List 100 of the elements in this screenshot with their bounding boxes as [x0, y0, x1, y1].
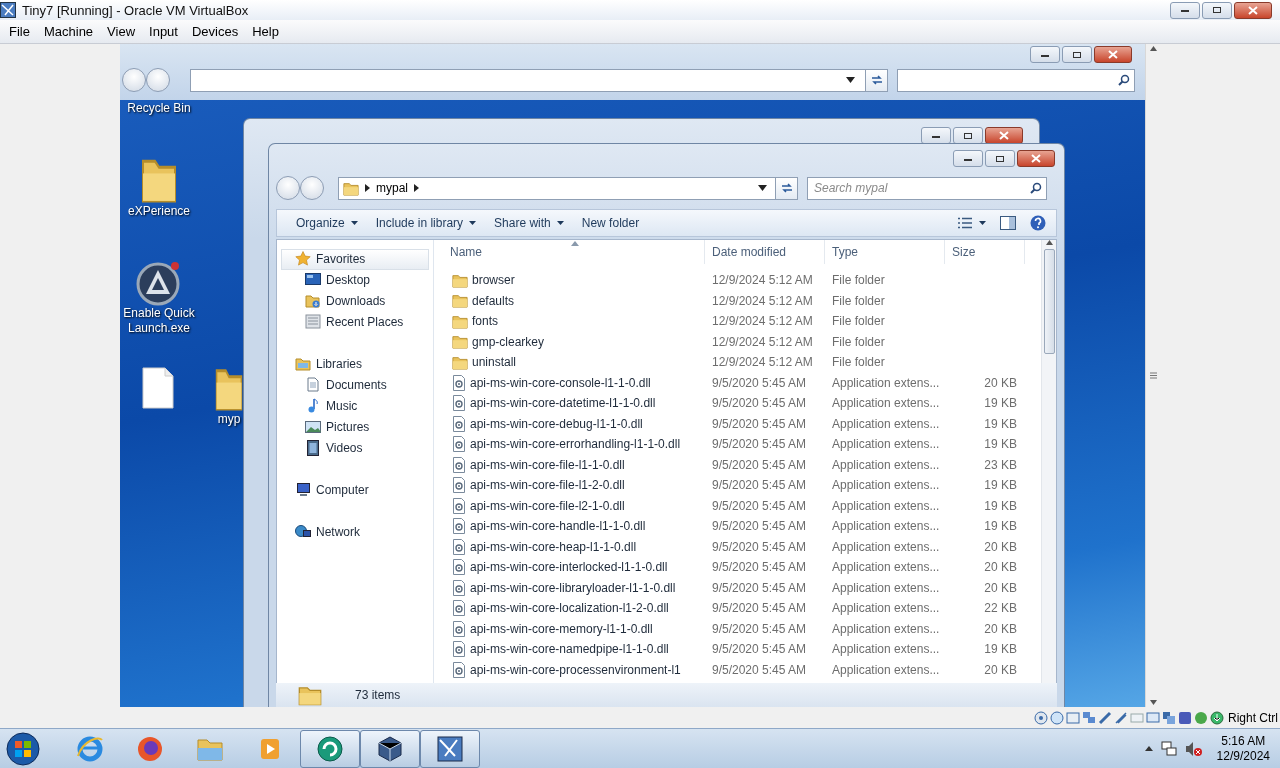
network-icon[interactable]: [1160, 740, 1177, 757]
nav-item[interactable]: Network: [277, 521, 433, 543]
scroll-thumb[interactable]: [1043, 248, 1055, 354]
size-cell-text: 19 KB: [983, 498, 1018, 513]
file-name[interactable]: api-ms-win-core-file-l1-2-0.dll: [434, 477, 705, 494]
icon-label: myp: [217, 412, 241, 427]
tray-expand-icon[interactable]: [1144, 746, 1153, 751]
refresh-button[interactable]: [776, 176, 798, 200]
menu-item[interactable]: View: [100, 24, 143, 39]
breadcrumb-item[interactable]: mypal: [376, 181, 408, 196]
scroll-up-icon[interactable]: [1045, 239, 1053, 245]
toolbar-button[interactable]: New folder: [572, 211, 649, 234]
type-cell-text: File folder: [831, 314, 886, 329]
file-name[interactable]: api-ms-win-core-memory-l1-1-0.dll: [434, 620, 705, 637]
file-name[interactable]: fonts: [434, 313, 705, 329]
file-name[interactable]: api-ms-win-core-datetime-l1-1-0.dll: [434, 395, 705, 412]
file-name[interactable]: api-ms-win-core-errorhandling-l1-1-0.dll: [434, 436, 705, 453]
file-name[interactable]: browser: [434, 272, 705, 288]
refresh-button[interactable]: [866, 68, 888, 92]
column-header[interactable]: Size: [945, 239, 1025, 264]
nav-item[interactable]: Music: [277, 395, 433, 417]
file-name[interactable]: api-ms-win-core-debug-l1-1-0.dll: [434, 415, 705, 432]
speaker-muted-icon[interactable]: [1184, 740, 1203, 757]
toolbar-button[interactable]: Organize: [287, 211, 367, 234]
help-icon[interactable]: [1030, 214, 1046, 231]
toolbar-button[interactable]: Share with: [485, 211, 573, 234]
preview-pane-icon[interactable]: [1000, 215, 1016, 230]
size-cell-text: 20 KB: [983, 580, 1018, 595]
taskbar-button[interactable]: [420, 729, 480, 768]
device-status-icon: [1162, 710, 1176, 725]
film-icon: [305, 440, 321, 457]
caret-icon[interactable]: [758, 185, 767, 192]
file-name[interactable]: api-ms-win-core-file-l1-1-0.dll: [434, 456, 705, 473]
file-name[interactable]: api-ms-win-core-heap-l1-1-0.dll: [434, 538, 705, 555]
clock[interactable]: 5:16 AM 12/9/2024: [1216, 733, 1270, 764]
close-button[interactable]: [1017, 150, 1055, 167]
column-header[interactable]: Date modified: [705, 239, 825, 264]
date-cell-text: 12/9/2024 5:12 AM: [711, 273, 814, 288]
nav-item[interactable]: Computer: [277, 479, 433, 501]
nav-item[interactable]: Recent Places: [277, 311, 433, 333]
address-field[interactable]: [190, 68, 866, 92]
file-name[interactable]: api-ms-win-core-libraryloader-l1-1-0.dll: [434, 579, 705, 596]
scrollbar[interactable]: [1041, 239, 1056, 684]
address-field[interactable]: mypal: [338, 176, 776, 200]
search-field[interactable]: [897, 68, 1135, 92]
file-name[interactable]: api-ms-win-core-processenvironment-l1: [434, 661, 705, 678]
date-cell-text: 9/5/2020 5:45 AM: [711, 560, 808, 575]
device-status-icon: [1098, 710, 1112, 725]
minimize-button[interactable]: [1030, 46, 1060, 63]
type-cell-text: File folder: [831, 293, 886, 308]
type-cell-text: Application extens...: [831, 416, 941, 431]
document-icon: [305, 377, 321, 394]
nav-item[interactable]: Pictures: [277, 416, 433, 438]
menu-item[interactable]: Help: [245, 24, 286, 39]
file-name[interactable]: api-ms-win-core-localization-l1-2-0.dll: [434, 600, 705, 617]
maximize-button[interactable]: [985, 150, 1015, 167]
nav-item[interactable]: Desktop: [277, 269, 433, 291]
icon-label: Enable Quick Launch.exe: [122, 306, 196, 336]
maximize-button[interactable]: [1202, 1, 1232, 19]
type-cell-text: Application extens...: [831, 478, 941, 493]
search-field[interactable]: Search mypal: [807, 176, 1047, 200]
nav-item[interactable]: Downloads: [277, 290, 433, 312]
minimize-button[interactable]: [1170, 1, 1200, 19]
date-cell-text: 9/5/2020 5:45 AM: [711, 416, 808, 431]
file-name[interactable]: api-ms-win-core-handle-l1-1-0.dll: [434, 518, 705, 535]
file-name[interactable]: api-ms-win-core-namedpipe-l1-1-0.dll: [434, 641, 705, 658]
file-name[interactable]: uninstall: [434, 354, 705, 370]
nav-item[interactable]: Libraries: [277, 353, 433, 375]
close-icon: [999, 131, 1009, 140]
close-button[interactable]: [1234, 1, 1272, 19]
toolbar-button[interactable]: Include in library: [366, 211, 486, 234]
column-header[interactable]: Type: [825, 239, 945, 264]
minimize-button[interactable]: [953, 150, 983, 167]
menu-item[interactable]: Input: [142, 24, 185, 39]
menu-item[interactable]: File: [2, 24, 37, 39]
item-count: 73 items: [355, 688, 401, 702]
size-cell-text: 20 KB: [983, 621, 1018, 636]
folder-icon: [452, 334, 468, 350]
menu-item[interactable]: Devices: [184, 24, 246, 39]
close-button[interactable]: [1094, 46, 1132, 63]
nav-item[interactable]: Favorites: [281, 248, 429, 270]
nav-item[interactable]: Documents: [277, 374, 433, 396]
nav-item[interactable]: Videos: [277, 437, 433, 459]
file-name[interactable]: api-ms-win-core-file-l2-1-0.dll: [434, 497, 705, 514]
caret-icon[interactable]: [846, 77, 855, 83]
file-name[interactable]: api-ms-win-core-console-l1-1-0.dll: [434, 374, 705, 391]
file-name[interactable]: api-ms-win-core-interlocked-l1-1-0.dll: [434, 559, 705, 576]
maximize-button[interactable]: [1062, 46, 1092, 63]
taskbar-button[interactable]: [360, 729, 420, 768]
date-cell-text: 9/5/2020 5:45 AM: [711, 662, 808, 677]
date-cell-text: 9/5/2020 5:45 AM: [711, 457, 808, 472]
file-name[interactable]: defaults: [434, 293, 705, 309]
type-cell-text: File folder: [831, 355, 886, 370]
folder-icon: [452, 313, 468, 329]
folder-icon: [452, 293, 468, 309]
scroll-grip-icon[interactable]: [1149, 371, 1158, 380]
file-name[interactable]: gmp-clearkey: [434, 334, 705, 350]
start-orb-icon[interactable]: [5, 730, 41, 767]
menu-item[interactable]: Machine: [36, 24, 101, 39]
close-icon: [1108, 50, 1118, 59]
